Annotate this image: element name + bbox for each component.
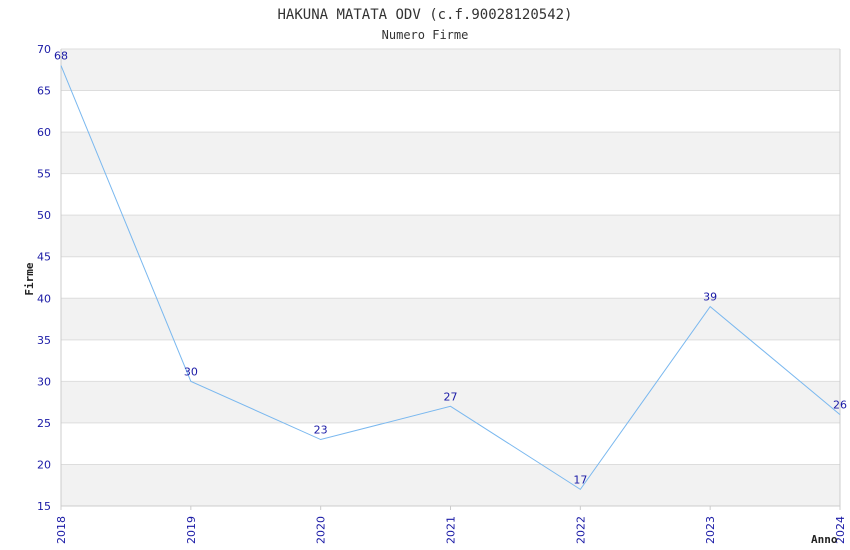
y-tick-label: 20 — [37, 458, 51, 471]
y-axis-title: Firme — [23, 262, 36, 295]
grid-band — [61, 49, 840, 91]
line-chart: 15 20 25 30 35 40 45 50 55 60 65 70 2018 2019 2020 202… — [23, 7, 847, 546]
data-label: 17 — [573, 473, 587, 486]
data-label: 68 — [54, 50, 68, 63]
y-tick-labels: 15 20 25 30 35 40 45 50 55 60 65 70 — [37, 43, 51, 513]
data-label: 39 — [703, 291, 717, 304]
y-tick-label: 60 — [37, 126, 51, 139]
axes — [60, 49, 841, 510]
x-tick-label: 2022 — [574, 516, 587, 544]
x-axis-title: Anno — [811, 533, 838, 546]
grid-band — [61, 215, 840, 257]
data-label: 23 — [314, 424, 328, 437]
y-tick-label: 45 — [37, 251, 51, 264]
x-tick-label: 2018 — [55, 516, 68, 544]
data-label: 27 — [444, 390, 458, 403]
chart-subtitle: Numero Firme — [382, 28, 469, 42]
y-tick-label: 65 — [37, 85, 51, 98]
y-tick-label: 35 — [37, 334, 51, 347]
grid-band — [61, 298, 840, 340]
x-tick-label: 2020 — [315, 516, 328, 544]
grid-band — [61, 464, 840, 506]
chart-title: HAKUNA MATATA ODV (c.f.90028120542) — [277, 7, 572, 23]
data-label: 26 — [833, 399, 847, 412]
y-tick-label: 55 — [37, 168, 51, 181]
x-tick-labels: 2018 2019 2020 2021 2022 2023 2024 — [55, 516, 847, 544]
y-tick-label: 70 — [37, 43, 51, 56]
y-tick-label: 50 — [37, 209, 51, 222]
grid-band — [61, 132, 840, 174]
grid-lines — [61, 48, 840, 507]
background-bands — [61, 49, 840, 506]
series-group — [60, 65, 841, 491]
y-tick-label: 40 — [37, 292, 51, 305]
y-tick-label: 15 — [37, 500, 51, 513]
x-tick-label: 2023 — [704, 516, 717, 544]
data-label: 30 — [184, 365, 198, 378]
y-tick-label: 25 — [37, 417, 51, 430]
x-tick-label: 2019 — [185, 516, 198, 544]
series-line — [60, 65, 841, 491]
y-tick-label: 30 — [37, 375, 51, 388]
x-tick-label: 2021 — [445, 516, 458, 544]
